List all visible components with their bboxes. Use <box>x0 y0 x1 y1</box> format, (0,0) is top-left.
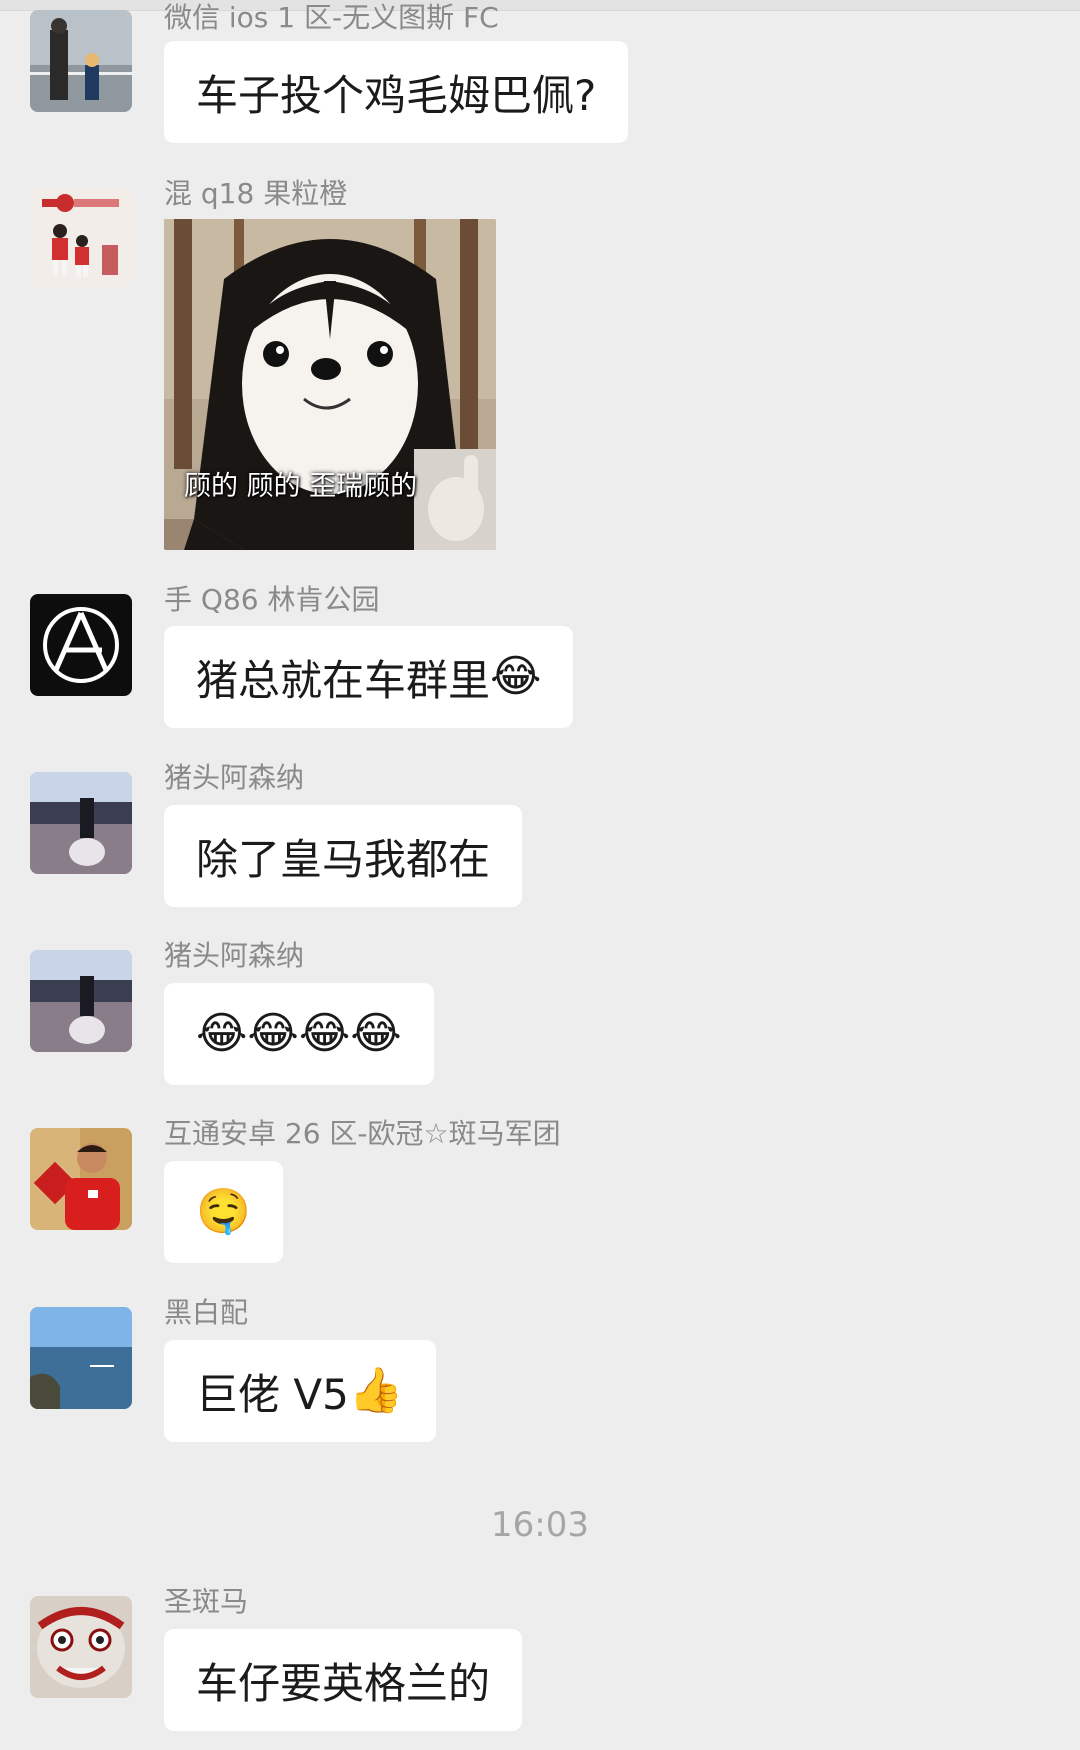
message-text: 车子投个鸡毛姆巴佩? <box>196 70 597 120</box>
avatar[interactable] <box>30 1596 132 1698</box>
sender-name: 互通安卓 26 区-欧冠☆斑马军团 <box>164 1117 561 1150</box>
sender-name: 猪头阿森纳 <box>164 939 305 972</box>
avatar[interactable] <box>30 1128 132 1230</box>
message-bubble[interactable]: 车仔要英格兰的 <box>164 1629 523 1731</box>
sender-name: 微信 ios 1 区-无义图斯 FC <box>164 1 499 34</box>
laughing-emoji-icon: 😂 <box>490 651 542 702</box>
avatar[interactable] <box>30 1307 132 1409</box>
message-text: 猪总就在车群里 <box>196 655 491 705</box>
sender-name: 黑白配 <box>164 1296 249 1329</box>
timestamp: 16:03 <box>491 1505 589 1545</box>
avatar[interactable] <box>30 594 132 696</box>
message-bubble[interactable]: 除了皇马我都在 <box>164 805 523 907</box>
message-bubble[interactable]: 巨佬 V5 👍 <box>164 1340 436 1442</box>
message-bubble[interactable]: 猪总就在车群里 😂 <box>164 626 574 728</box>
message-bubble[interactable]: 😂😂😂😂 <box>164 983 434 1085</box>
sender-name: 手 Q86 林肯公园 <box>164 583 380 616</box>
avatar[interactable] <box>30 10 132 112</box>
message-text: 巨佬 V5 <box>196 1369 349 1419</box>
message-bubble[interactable]: 车子投个鸡毛姆巴佩? <box>164 41 629 143</box>
top-divider <box>0 0 1080 11</box>
laughing-emoji-icon: 😂😂😂😂 <box>196 1008 402 1059</box>
sticker-image[interactable]: 顾的 顾的 歪瑞顾的 <box>164 219 496 550</box>
drooling-emoji-icon: 🤤 <box>196 1186 251 1237</box>
sender-name: 猪头阿森纳 <box>164 761 305 794</box>
sender-name: 混 q18 果粒橙 <box>164 177 348 210</box>
avatar[interactable] <box>30 772 132 874</box>
message-bubble[interactable]: 🤤 <box>164 1161 283 1263</box>
avatar[interactable] <box>30 950 132 1052</box>
message-text: 车仔要英格兰的 <box>196 1658 491 1708</box>
sticker-caption: 顾的 顾的 歪瑞顾的 <box>184 471 418 502</box>
thumbs-up-icon: 👍 <box>348 1365 404 1416</box>
avatar[interactable] <box>30 187 132 289</box>
message-text: 除了皇马我都在 <box>196 834 491 884</box>
sender-name: 圣斑马 <box>164 1585 249 1618</box>
